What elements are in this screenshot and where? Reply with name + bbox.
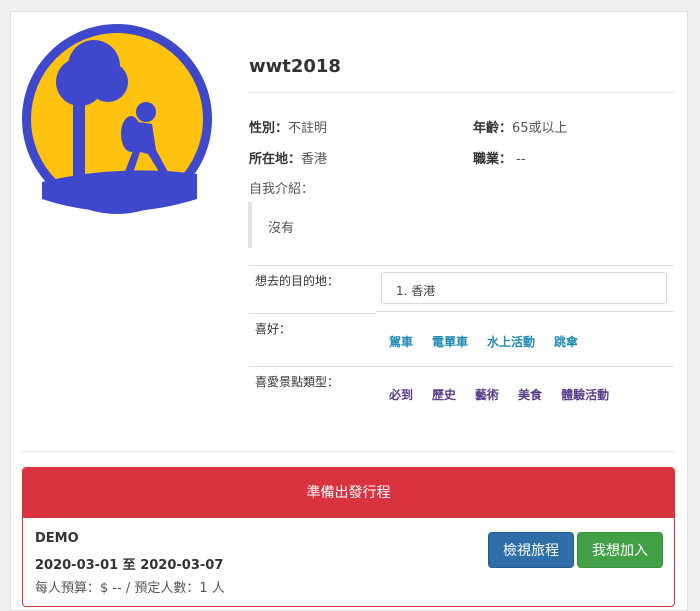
destination-value: 1. 香港 [381,272,667,304]
table-row-border [249,366,674,367]
view-trip-button[interactable]: 檢視旅程 [488,532,574,568]
hobby-label: 喜好： [255,322,292,336]
age-value: 65或以上 [512,121,568,136]
location-value: 香港 [301,152,328,167]
job-field: 職業： -- [473,148,526,167]
job-value: -- [512,152,526,167]
scenic-tag-experience[interactable]: 體驗活動 [561,386,609,403]
age-field: 年齡：65或以上 [473,117,568,136]
intro-label: 自我介紹： [249,182,315,197]
upcoming-trip-panel: 準備出發行程 DEMO 2020-03-01 至 2020-03-07 每人預算… [22,467,675,607]
destination-label: 想去的目的地： [255,274,340,288]
location-label: 所在地： [249,152,302,167]
table-top-border [249,265,674,266]
gender-field: 性別：不註明 [249,117,327,136]
location-field: 所在地：香港 [249,148,327,167]
scenic-type-label: 喜愛景點類型： [255,375,340,389]
panel-heading: 準備出發行程 [23,468,674,518]
table-row-border [249,313,376,314]
scenic-tag-history[interactable]: 歷史 [432,386,456,403]
trip-dates: 2020-03-01 至 2020-03-07 [35,558,224,573]
intro-text: 沒有 [268,221,295,236]
scenic-type-tags: 必到 歷史 藝術 美食 體驗活動 [389,386,628,403]
hobby-tag-water-sports[interactable]: 水上活動 [487,333,535,350]
gender-label: 性別： [249,121,289,136]
age-label: 年齡： [473,121,513,136]
scenic-tag-must-visit[interactable]: 必到 [389,386,413,403]
divider [249,92,674,93]
trip-budget: 每人預算：$ -- / 預定人數：1 人 [35,581,225,596]
scenic-tag-art[interactable]: 藝術 [475,386,499,403]
hobby-tag-skydiving[interactable]: 跳傘 [554,333,578,350]
hobby-tag-driving[interactable]: 駕車 [389,333,413,350]
username: wwt2018 [249,56,341,77]
job-label: 職業： [473,152,513,167]
section-divider [22,451,674,452]
join-trip-button[interactable]: 我想加入 [577,532,663,568]
avatar-hiker-logo [22,24,212,214]
hobby-tags: 駕車 電單車 水上活動 跳傘 [389,333,597,350]
trip-name: DEMO [35,531,79,546]
hobby-tag-motorcycle[interactable]: 電單車 [432,333,468,350]
scenic-tag-food[interactable]: 美食 [518,386,542,403]
intro-quote-bar [248,202,252,248]
table-row-border [376,311,674,312]
gender-value: 不註明 [288,121,328,136]
